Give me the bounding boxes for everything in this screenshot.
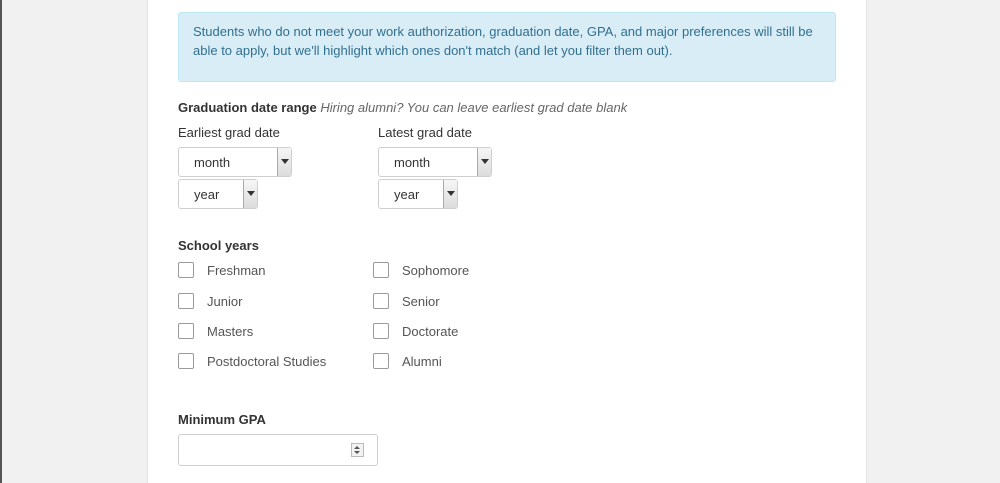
earliest-grad-date-label: Earliest grad date [178, 125, 280, 140]
window-edge [0, 0, 2, 483]
checkbox-alumni[interactable]: Alumni [373, 352, 442, 370]
earliest-month-select[interactable]: month [178, 147, 292, 177]
checkbox-box[interactable] [178, 262, 194, 278]
checkbox-box[interactable] [178, 323, 194, 339]
checkbox-senior[interactable]: Senior [373, 292, 440, 310]
graduation-label-text: Graduation date range [178, 100, 317, 115]
checkbox-doctorate[interactable]: Doctorate [373, 322, 458, 340]
info-alert-text: Students who do not meet your work autho… [193, 24, 813, 58]
checkbox-box[interactable] [178, 293, 194, 309]
checkbox-box[interactable] [373, 293, 389, 309]
checkbox-masters[interactable]: Masters [178, 322, 253, 340]
checkbox-label: Senior [402, 293, 440, 309]
checkbox-box[interactable] [373, 262, 389, 278]
spinner-up-icon[interactable] [354, 446, 360, 449]
earliest-month-value: month [194, 155, 231, 170]
latest-month-select[interactable]: month [378, 147, 492, 177]
checkbox-freshman[interactable]: Freshman [178, 261, 266, 279]
checkbox-box[interactable] [373, 353, 389, 369]
checkbox-label: Masters [207, 323, 254, 339]
spinner-down-icon[interactable] [354, 451, 360, 454]
checkbox-label: Alumni [402, 353, 442, 369]
checkbox-box[interactable] [373, 323, 389, 339]
latest-month-value: month [394, 155, 431, 170]
latest-year-select[interactable]: year [378, 179, 458, 209]
chevron-down-icon [477, 148, 491, 176]
info-alert: Students who do not meet your work autho… [178, 12, 836, 82]
latest-grad-date-label: Latest grad date [378, 125, 472, 140]
graduation-date-range-label: Graduation date range Hiring alumni? You… [178, 100, 627, 115]
graduation-hint: Hiring alumni? You can leave earliest gr… [320, 100, 628, 115]
checkbox-box[interactable] [178, 353, 194, 369]
number-spinner-icon[interactable] [351, 443, 364, 457]
checkbox-postdoctoral[interactable]: Postdoctoral Studies [178, 352, 326, 370]
checkbox-sophomore[interactable]: Sophomore [373, 261, 469, 279]
latest-year-value: year [394, 187, 420, 202]
checkbox-label: Junior [207, 293, 243, 309]
school-years-label: School years [178, 238, 259, 253]
minimum-gpa-label: Minimum GPA [178, 412, 266, 427]
form-panel: Students who do not meet your work autho… [147, 0, 867, 483]
checkbox-junior[interactable]: Junior [178, 292, 242, 310]
checkbox-label: Sophomore [402, 262, 470, 278]
earliest-year-value: year [194, 187, 220, 202]
checkbox-label: Doctorate [402, 323, 459, 339]
chevron-down-icon [443, 180, 457, 208]
minimum-gpa-input[interactable] [178, 434, 378, 466]
checkbox-label: Postdoctoral Studies [207, 353, 327, 369]
earliest-year-select[interactable]: year [178, 179, 258, 209]
chevron-down-icon [277, 148, 291, 176]
chevron-down-icon [243, 180, 257, 208]
checkbox-label: Freshman [207, 262, 266, 278]
